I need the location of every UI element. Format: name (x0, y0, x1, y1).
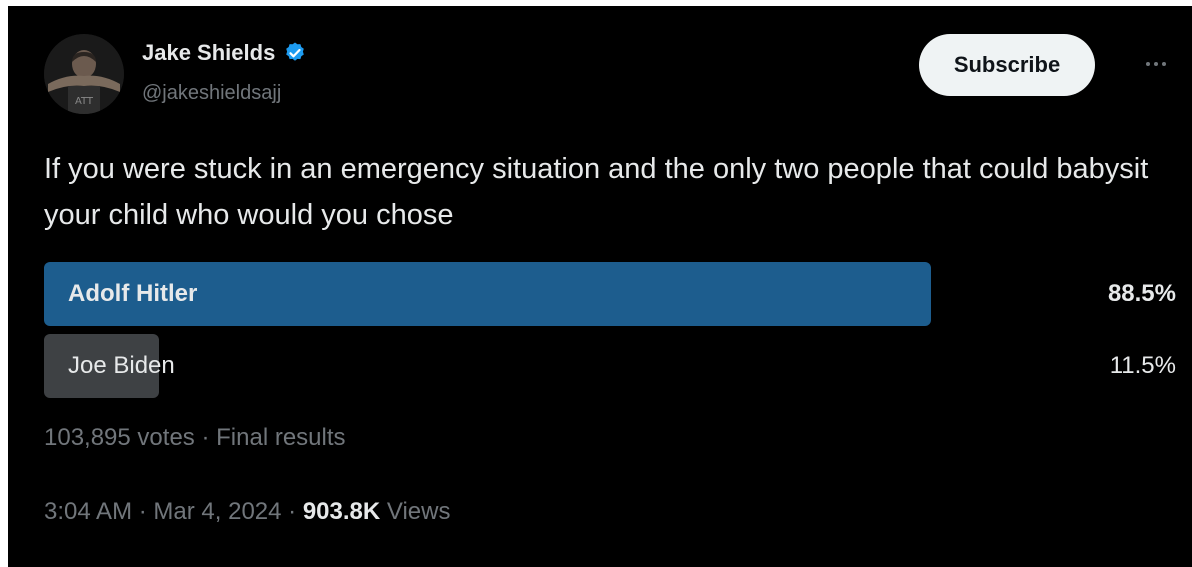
views-count: 903.8K (302, 498, 381, 525)
author-name[interactable]: Jake Shields (142, 40, 275, 66)
poll-votes: 103,895 votes (44, 424, 195, 451)
separator: · (201, 424, 210, 451)
tweet-text: If you were stuck in an emergency situat… (44, 153, 1149, 231)
poll-status: Final results (216, 424, 346, 451)
separator: · (288, 498, 297, 525)
more-horizontal-icon[interactable] (1136, 52, 1176, 76)
poll-option-label: Joe Biden (68, 352, 175, 379)
poll-option: Adolf Hitler 88.5% (44, 262, 1176, 326)
svg-text:ATT: ATT (75, 96, 94, 107)
avatar-image: ATT (44, 34, 124, 114)
tweet-date[interactable]: Mar 4, 2024 (153, 498, 281, 525)
tweet-meta: 3:04 AM · Mar 4, 2024 · 903.8K Views (44, 498, 450, 526)
author-name-row[interactable]: Jake Shields (142, 40, 307, 66)
poll-summary: 103,895 votes · Final results (44, 424, 346, 452)
verified-badge-icon (283, 41, 307, 65)
poll-option: Joe Biden 11.5% (44, 334, 1176, 398)
more-dot (1154, 62, 1158, 66)
poll-option-percent: 88.5% (1107, 280, 1176, 307)
avatar[interactable]: ATT (44, 34, 124, 114)
author-handle[interactable]: @jakeshieldsajj (142, 82, 281, 105)
more-dot (1162, 62, 1166, 66)
tweet-card: ATT Jake Shields @jakeshieldsajj Subscri… (8, 6, 1192, 567)
subscribe-button[interactable]: Subscribe (919, 34, 1095, 96)
poll-option-label: Adolf Hitler (68, 280, 198, 307)
tweet-time[interactable]: 3:04 AM (44, 498, 132, 525)
more-dot (1146, 62, 1150, 66)
views-label: Views (386, 498, 451, 525)
poll-option-percent: 11.5% (1109, 352, 1176, 379)
separator: · (138, 498, 147, 525)
